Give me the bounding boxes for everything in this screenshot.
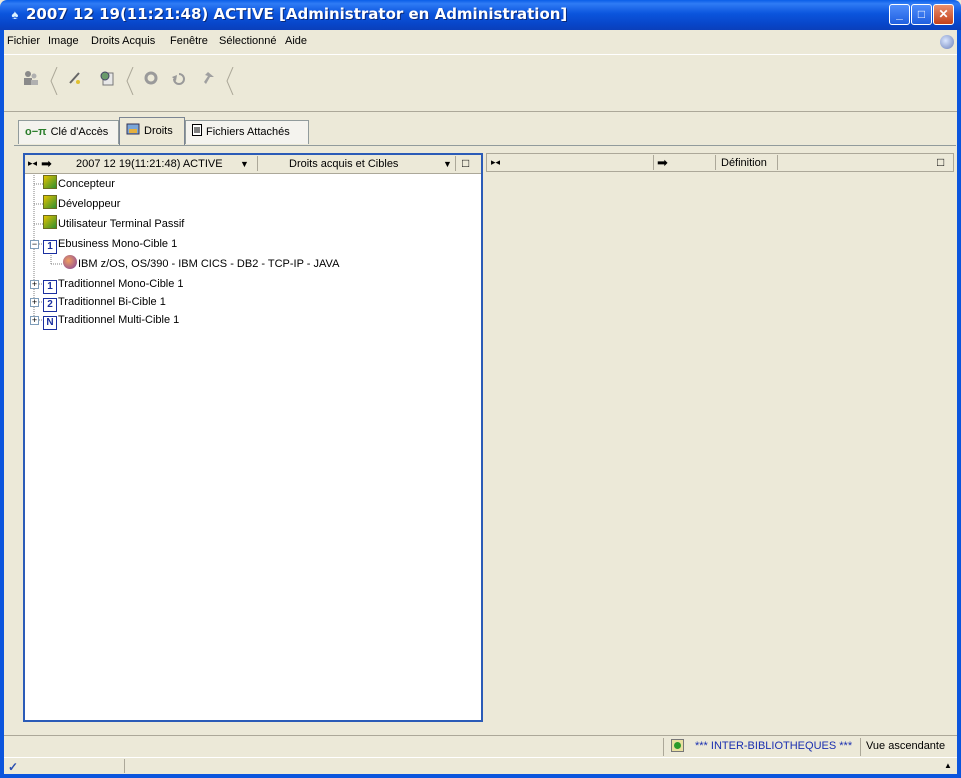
- view-dropdown-icon[interactable]: ▼: [443, 159, 452, 169]
- mono-cible-icon: 1: [43, 240, 57, 254]
- tree-item[interactable]: 2 Traditionnel Bi-Cible 1: [43, 293, 166, 312]
- maximize-button[interactable]: □: [911, 4, 932, 25]
- tree-item-label: Ebusiness Mono-Cible 1: [58, 238, 178, 250]
- tree-item-label: Traditionnel Bi-Cible 1: [58, 296, 166, 308]
- app-icon[interactable]: ♠: [7, 7, 23, 23]
- rights-icon: [126, 118, 140, 144]
- arrow-right-icon[interactable]: ➡: [41, 156, 52, 172]
- toolbar: [4, 54, 957, 112]
- date-selector[interactable]: 2007 12 19(11:21:48) ACTIVE: [76, 158, 223, 170]
- tree-item[interactable]: 1 Traditionnel Mono-Cible 1: [43, 275, 184, 294]
- left-pane-header: ▸◂ ➡ 2007 12 19(11:21:48) ACTIVE ▼ Droit…: [25, 155, 481, 174]
- users-icon[interactable]: [20, 69, 42, 91]
- window-frame-right: [957, 30, 961, 778]
- menu-fenetre[interactable]: Fenêtre: [170, 35, 208, 47]
- header-divider: [257, 156, 258, 171]
- pencil-icon[interactable]: [64, 69, 86, 91]
- tab-bar: o−π Clé d'Accès Droits Fichiers Attachés: [4, 116, 957, 146]
- tree-item-label: Utilisateur Terminal Passif: [58, 218, 185, 230]
- header-divider: [715, 155, 716, 170]
- java-logo-icon: [940, 35, 954, 49]
- toolbar-separator: [126, 67, 134, 95]
- tree-item-label: IBM z/OS, OS/390 - IBM CICS - DB2 - TCP-…: [78, 258, 340, 270]
- minimize-button[interactable]: _: [889, 4, 910, 25]
- tree-item[interactable]: Concepteur: [43, 175, 115, 193]
- document-icon: [192, 121, 202, 143]
- arrow-up-icon[interactable]: [196, 69, 218, 91]
- maximize-pane-icon[interactable]: □: [937, 155, 944, 169]
- tree-item[interactable]: 1 Ebusiness Mono-Cible 1: [43, 235, 178, 254]
- arrow-right-icon[interactable]: ➡: [657, 155, 668, 171]
- header-divider: [653, 155, 654, 170]
- status-divider: [663, 738, 664, 756]
- collapse-icon[interactable]: ▸◂: [491, 157, 500, 168]
- check-icon: ✓: [8, 760, 19, 774]
- tab-label: Fichiers Attachés: [206, 126, 290, 138]
- role-icon: [43, 215, 57, 229]
- multi-cible-icon: N: [43, 316, 57, 330]
- role-icon: [43, 195, 57, 209]
- scroll-up-icon[interactable]: ▲: [944, 761, 952, 770]
- page-globe-icon[interactable]: [96, 69, 118, 91]
- title-bar: ♠ 2007 12 19(11:21:48) ACTIVE [Administr…: [0, 0, 961, 30]
- target-icon: [63, 255, 77, 269]
- library-status-icon: [671, 739, 684, 755]
- close-button[interactable]: ✕: [933, 4, 954, 25]
- tree-item-label: Traditionnel Mono-Cible 1: [58, 278, 184, 290]
- bi-cible-icon: 2: [43, 298, 57, 312]
- date-dropdown-icon[interactable]: ▼: [240, 159, 249, 169]
- tab-label: Clé d'Accès: [50, 126, 109, 138]
- expand-toggle[interactable]: +: [30, 298, 39, 307]
- header-divider: [455, 156, 456, 171]
- definition-pane: ▸◂ ➡ Définition □: [486, 153, 954, 722]
- tree-item-label: Traditionnel Multi-Cible 1: [58, 314, 180, 326]
- status-bar-secondary: ✓ ▲: [4, 757, 957, 775]
- role-icon: [43, 175, 57, 189]
- menu-bar: Fichier Image Droits Acquis Fenêtre Séle…: [4, 30, 957, 54]
- mono-cible-icon: 1: [43, 280, 57, 294]
- status-divider: [860, 738, 861, 756]
- library-status: *** INTER-BIBLIOTHEQUES ***: [695, 740, 853, 752]
- tab-cle-acces[interactable]: o−π Clé d'Accès: [18, 120, 119, 144]
- collapse-toggle[interactable]: −: [30, 240, 39, 249]
- tab-droits[interactable]: Droits: [119, 117, 185, 145]
- tree-item-label: Concepteur: [58, 178, 115, 190]
- expand-toggle[interactable]: +: [30, 280, 39, 289]
- menu-image[interactable]: Image: [48, 35, 79, 47]
- rights-tree-pane: ▸◂ ➡ 2007 12 19(11:21:48) ACTIVE ▼ Droit…: [23, 153, 483, 722]
- right-pane-header: ▸◂ ➡ Définition □: [486, 153, 954, 172]
- key-icon: o−π: [25, 126, 47, 138]
- refresh-icon[interactable]: [140, 69, 162, 91]
- undo-icon[interactable]: [168, 69, 190, 91]
- tab-label: Droits: [144, 125, 173, 137]
- toolbar-separator: [226, 67, 234, 95]
- main-area: ▸◂ ➡ 2007 12 19(11:21:48) ACTIVE ▼ Droit…: [14, 146, 956, 730]
- header-divider: [777, 155, 778, 170]
- tree-item[interactable]: IBM z/OS, OS/390 - IBM CICS - DB2 - TCP-…: [63, 255, 339, 273]
- tree-item[interactable]: Développeur: [43, 195, 120, 213]
- tree-item-label: Développeur: [58, 198, 121, 210]
- expand-toggle[interactable]: +: [30, 316, 39, 325]
- view-mode-status: Vue ascendante: [866, 740, 946, 752]
- status-bar: *** INTER-BIBLIOTHEQUES *** Vue ascendan…: [4, 735, 957, 758]
- definition-column-header[interactable]: Définition: [721, 157, 767, 169]
- tree-item[interactable]: Utilisateur Terminal Passif: [43, 215, 184, 233]
- collapse-icon[interactable]: ▸◂: [28, 158, 37, 169]
- toolbar-separator: [50, 67, 58, 95]
- menu-droits-acquis[interactable]: Droits Acquis: [91, 35, 155, 47]
- menu-fichier[interactable]: Fichier: [7, 35, 40, 47]
- menu-aide[interactable]: Aide: [285, 35, 307, 47]
- menu-selectionne[interactable]: Sélectionné: [219, 35, 277, 47]
- rights-tree: Concepteur Développeur Utilisateur Termi…: [25, 175, 481, 720]
- tree-item[interactable]: N Traditionnel Multi-Cible 1: [43, 311, 180, 330]
- status-divider: [124, 759, 125, 773]
- maximize-pane-icon[interactable]: □: [462, 156, 469, 170]
- tab-fichiers-attaches[interactable]: Fichiers Attachés: [185, 120, 309, 144]
- window-title: 2007 12 19(11:21:48) ACTIVE [Administrat…: [26, 5, 568, 23]
- view-selector[interactable]: Droits acquis et Cibles: [289, 158, 398, 170]
